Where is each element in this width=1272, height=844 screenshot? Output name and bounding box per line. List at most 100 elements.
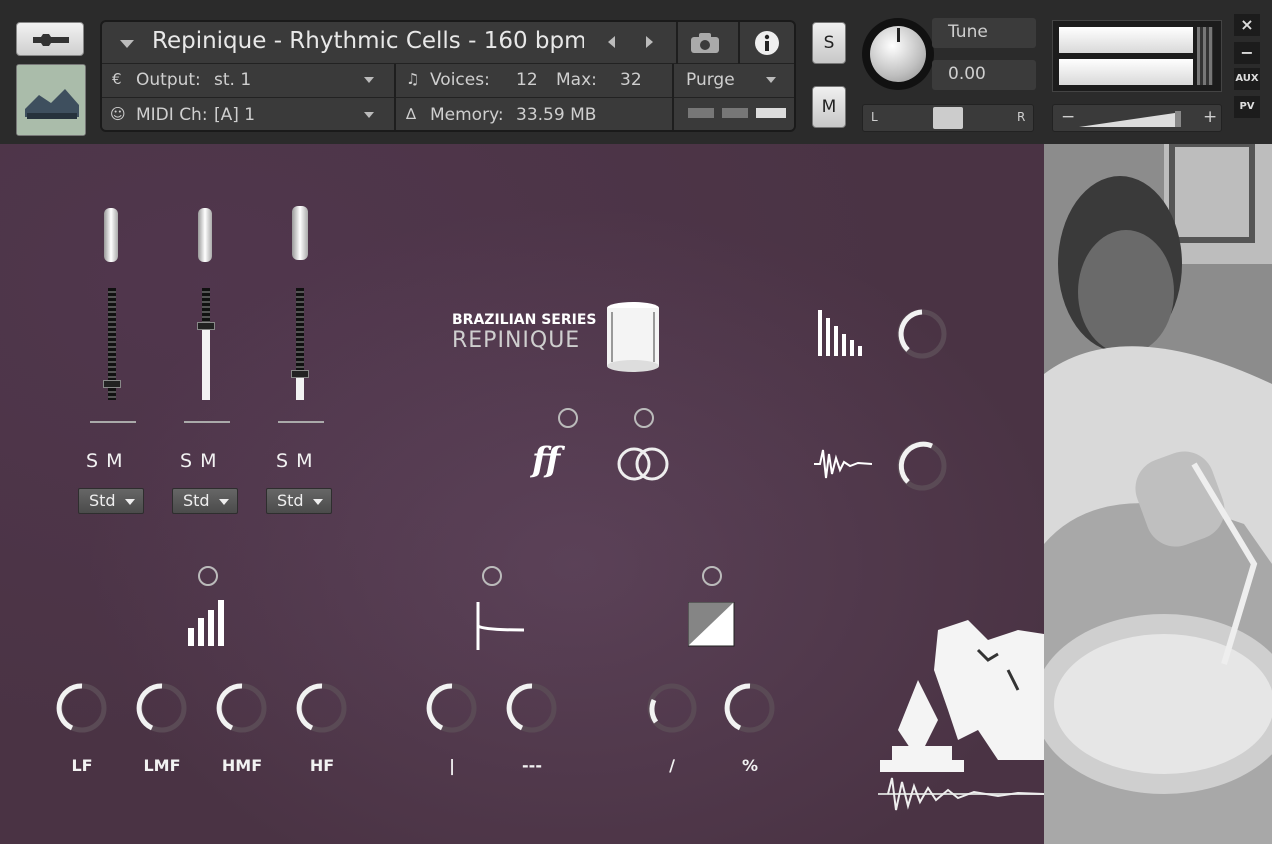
channel-2-mute[interactable]: M — [200, 450, 224, 472]
logo-series: BRAZILIAN SERIES — [452, 312, 597, 328]
memory-value: 33.59 MB — [516, 105, 597, 125]
close-mic-icon — [104, 208, 118, 262]
next-preset-icon[interactable] — [646, 36, 653, 48]
reverb-amount-knob[interactable] — [896, 308, 948, 360]
lf-label: LF — [71, 756, 93, 775]
eq-bars-icon[interactable] — [188, 600, 226, 646]
tune-label-box: Tune — [932, 18, 1036, 48]
instrument-ui: SM SM SM Std Std Std BRAZILIAN SERIES RE… — [0, 144, 1044, 844]
fader-handle-2[interactable] — [197, 322, 215, 330]
pan-control-3[interactable] — [278, 421, 324, 423]
artist-photo — [1044, 144, 1272, 844]
saturation-led[interactable] — [702, 566, 722, 586]
fortissimo-icon[interactable]: ff — [532, 440, 560, 480]
library-logo-icon — [17, 65, 85, 135]
aux-button[interactable]: AUX — [1234, 68, 1260, 90]
divider — [676, 22, 678, 64]
fader-handle-1[interactable] — [103, 380, 121, 388]
tune-value: 0.00 — [948, 64, 986, 84]
room-mic-icon — [292, 206, 308, 260]
hmf-label: HMF — [221, 756, 263, 775]
channel-3-mode-select[interactable]: Std — [266, 488, 332, 514]
hf-label: HF — [309, 756, 335, 775]
saturation-grid-icon[interactable] — [688, 602, 736, 648]
channel-1-mute[interactable]: M — [106, 450, 130, 472]
memory-icon: ∆ — [406, 105, 417, 123]
output-row: € Output: st. 1 ♫ Voices: 12 Max: 32 Pur… — [102, 64, 794, 98]
transient-knob[interactable] — [896, 440, 948, 492]
wrench-button[interactable] — [16, 22, 84, 56]
output-dropdown-icon[interactable] — [364, 77, 374, 83]
artist-photo-image — [1044, 144, 1272, 844]
instrument-title[interactable]: Repinique - Rhythmic Cells - 160 bpm — [152, 28, 584, 54]
instrument-menu-icon[interactable] — [120, 40, 134, 48]
product-logo: BRAZILIAN SERIES REPINIQUE — [452, 300, 672, 380]
channel-2-solo[interactable]: S — [180, 450, 200, 472]
tune-knob[interactable] — [862, 18, 934, 90]
tune-value-box[interactable]: 0.00 — [932, 60, 1036, 90]
channel-1-mode-select[interactable]: Std — [78, 488, 144, 514]
pan-left-label: L — [871, 110, 878, 124]
hf-knob[interactable] — [296, 682, 348, 734]
camera-icon[interactable] — [690, 32, 720, 54]
dynamics-led[interactable] — [558, 408, 578, 428]
drive-knob[interactable] — [646, 682, 698, 734]
library-thumbnail[interactable] — [16, 64, 86, 136]
level-bar-right — [1059, 59, 1193, 85]
channel-1-solo[interactable]: S — [86, 450, 106, 472]
chevron-down-icon — [313, 499, 323, 505]
channel-3-mode-value: Std — [277, 491, 304, 510]
release-label: --- — [522, 756, 542, 775]
pan-control-2[interactable] — [184, 421, 230, 423]
output-label: Output: — [136, 70, 201, 90]
compressor-led[interactable] — [482, 566, 502, 586]
prev-preset-icon[interactable] — [608, 36, 615, 48]
volume-ramp-icon — [1079, 111, 1181, 127]
pan-slider[interactable]: L R — [862, 104, 1034, 132]
mix-label: % — [741, 756, 759, 775]
voices-icon: ♫ — [406, 70, 420, 88]
divider — [738, 22, 740, 64]
pan-handle[interactable] — [933, 107, 963, 129]
volume-plus-icon[interactable]: + — [1203, 107, 1217, 127]
midi-value[interactable]: [A] 1 — [214, 105, 255, 125]
volume-minus-icon[interactable]: − — [1061, 107, 1075, 127]
mute-button[interactable]: M — [812, 86, 846, 128]
pan-control-1[interactable] — [90, 421, 136, 423]
purge-button[interactable]: Purge — [686, 70, 735, 90]
memory-label: Memory: — [430, 105, 504, 125]
eq-led[interactable] — [198, 566, 218, 586]
output-icon: € — [112, 70, 122, 88]
envelope-icon[interactable] — [474, 602, 526, 650]
lmf-knob[interactable] — [136, 682, 188, 734]
close-button[interactable]: × — [1234, 14, 1260, 36]
midi-dropdown-icon[interactable] — [364, 112, 374, 118]
channel-3-solo-mute[interactable]: SM — [276, 450, 320, 472]
lf-knob[interactable] — [56, 682, 108, 734]
hmf-knob[interactable] — [216, 682, 268, 734]
divider — [672, 98, 674, 130]
gramophone-dog-logo — [878, 620, 1044, 811]
title-row: Repinique - Rhythmic Cells - 160 bpm — [102, 22, 794, 64]
logo-name: REPINIQUE — [452, 328, 581, 353]
attack-knob[interactable] — [426, 682, 478, 734]
link-rings-icon[interactable] — [614, 446, 672, 482]
channel-2-solo-mute[interactable]: SM — [180, 450, 224, 472]
output-level-meter — [1052, 20, 1222, 92]
info-icon[interactable] — [754, 30, 780, 56]
release-knob[interactable] — [506, 682, 558, 734]
fader-handle-3[interactable] — [291, 370, 309, 378]
mix-knob[interactable] — [724, 682, 776, 734]
minimize-button[interactable]: − — [1234, 42, 1260, 64]
output-value[interactable]: st. 1 — [214, 70, 251, 90]
max-value[interactable]: 32 — [620, 70, 642, 90]
channel-1-solo-mute[interactable]: SM — [86, 450, 130, 472]
channel-2-mode-select[interactable]: Std — [172, 488, 238, 514]
volume-slider[interactable]: − + — [1052, 104, 1222, 132]
solo-button[interactable]: S — [812, 22, 846, 64]
channel-3-mute[interactable]: M — [296, 450, 320, 472]
channel-3-solo[interactable]: S — [276, 450, 296, 472]
purge-dropdown-icon[interactable] — [766, 77, 776, 83]
link-led[interactable] — [634, 408, 654, 428]
pv-button[interactable]: PV — [1234, 96, 1260, 118]
